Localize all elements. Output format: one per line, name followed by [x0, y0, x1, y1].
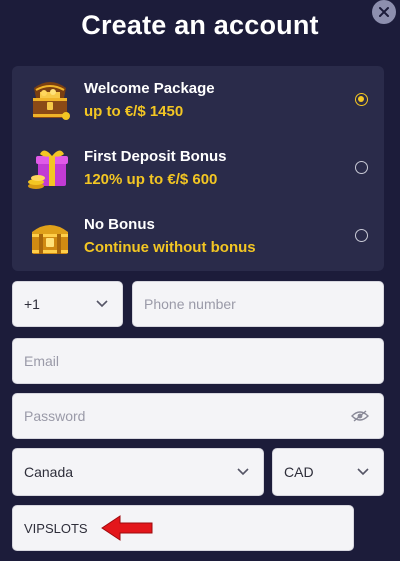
phone-number-placeholder: Phone number [144, 296, 236, 312]
radio-selected[interactable] [355, 93, 368, 106]
bonus-subtitle: 120% up to €/$ 600 [84, 171, 218, 188]
eye-slash-icon[interactable] [351, 410, 369, 422]
password-placeholder: Password [24, 408, 86, 424]
bonus-option-first-deposit[interactable]: First Deposit Bonus 120% up to €/$ 600 [12, 134, 384, 202]
radio-unselected[interactable] [355, 161, 368, 174]
bonus-option-none[interactable]: No Bonus Continue without bonus [12, 202, 384, 270]
bonus-title: Welcome Package [84, 80, 215, 97]
bonus-selector: Welcome Package up to €/$ 1450 First Dep… [12, 66, 384, 271]
promo-code-value: VIPSLOTS [24, 520, 88, 536]
phone-code-select[interactable]: +1 [12, 281, 123, 327]
bonus-subtitle: up to €/$ 1450 [84, 103, 184, 120]
country-select[interactable]: Canada [12, 448, 264, 496]
gift-box-icon [28, 150, 68, 189]
bonus-subtitle: Continue without bonus [84, 239, 256, 256]
currency-select[interactable]: CAD [272, 448, 384, 496]
treasure-chest-closed-icon [32, 225, 68, 254]
chevron-down-icon [237, 468, 249, 476]
email-field[interactable]: Email [12, 338, 384, 384]
radio-unselected[interactable] [355, 229, 368, 242]
country-value: Canada [24, 464, 74, 480]
chevron-down-icon [357, 468, 369, 476]
currency-value: CAD [284, 464, 314, 480]
bonus-title: First Deposit Bonus [84, 148, 227, 165]
bonus-title: No Bonus [84, 216, 155, 233]
phone-number-input[interactable]: Phone number [132, 281, 384, 327]
phone-code-value: +1 [24, 296, 40, 312]
chevron-down-icon [96, 300, 108, 308]
password-field[interactable]: Password [12, 393, 384, 439]
pointer-arrow-icon [101, 515, 153, 541]
modal-title: Create an account [81, 10, 319, 40]
email-placeholder: Email [24, 353, 60, 369]
bonus-option-welcome[interactable]: Welcome Package up to €/$ 1450 [12, 66, 384, 134]
treasure-chest-open-icon [33, 82, 70, 120]
promo-code-field[interactable]: VIPSLOTS [12, 505, 354, 551]
